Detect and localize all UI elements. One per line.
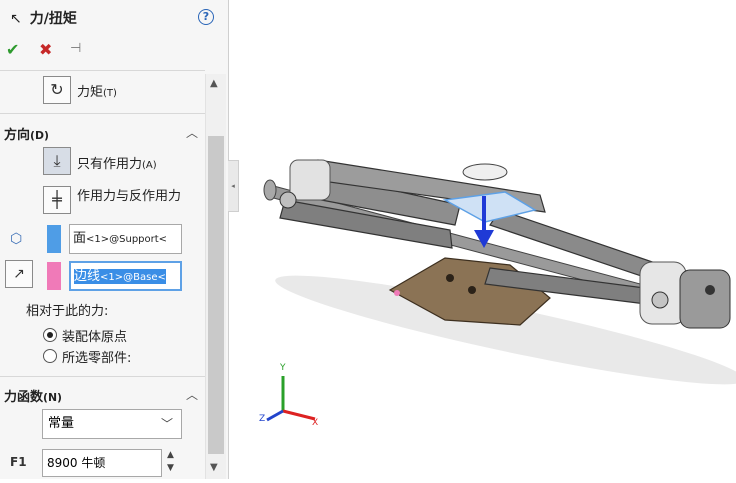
collapse-chevron-icon[interactable]: ︿ [186, 386, 198, 403]
triad-y-label: Y [279, 363, 286, 373]
panel-collapse-tab[interactable]: ◂ [228, 160, 239, 212]
pin-left [279, 191, 297, 209]
edge-marker [394, 290, 400, 296]
torque-label: 力矩(T) [77, 85, 117, 100]
arrow-down-plane-icon: ⤓ [53, 151, 61, 170]
function-type-select[interactable]: 常量 ﹀ [42, 409, 182, 439]
divider [0, 113, 205, 114]
torque-button[interactable]: ↻ [43, 76, 71, 104]
triad-z-label: Z [259, 414, 265, 424]
rotate-icon: ↻ [50, 80, 64, 99]
end-block-left [289, 159, 331, 201]
scroll-up-icon[interactable]: ▲ [210, 78, 218, 89]
divider [0, 70, 205, 71]
divider [0, 376, 205, 377]
triad-x-label: X [312, 418, 318, 428]
force-function-header[interactable]: 力函数(N) [4, 386, 62, 405]
selected-component-label: 所选零部件: [62, 351, 132, 366]
opposing-arrows-icon: ╪ [52, 190, 62, 209]
base-hole [446, 274, 454, 282]
edge-color-swatch [47, 262, 61, 290]
assembly-origin-radio[interactable] [43, 328, 57, 342]
selected-component-radio[interactable] [43, 349, 57, 363]
force-symbol-icon: F1 [10, 455, 27, 469]
saddle-top [462, 163, 508, 181]
screw-end [263, 179, 277, 201]
pin-right [651, 291, 669, 309]
scroll-down-icon[interactable]: ▼ [210, 462, 218, 473]
relative-to-label: 相对于此的力: [26, 304, 109, 319]
action-reaction-label: 作用力与反作用力 [77, 189, 182, 204]
assembly-origin-label: 装配体原点 [62, 330, 128, 345]
screw-nut-right [679, 269, 731, 329]
panel-title-row: ↖ 力/扭矩 [10, 8, 77, 28]
action-only-label: 只有作用力(A) [77, 157, 157, 172]
direction-section-header[interactable]: 方向(D) [4, 124, 49, 143]
coordinate-triad: Y X Z [259, 363, 318, 428]
chevron-down-icon: ﹀ [160, 417, 173, 431]
direction-reference-button[interactable]: ↗ [5, 260, 33, 288]
pin-icon[interactable]: ⊣ [70, 41, 81, 56]
graphics-viewport[interactable]: Y X Z [240, 0, 736, 479]
base-hole [468, 286, 476, 294]
face-selection-field[interactable]: 面<1>@Support< [69, 224, 182, 254]
panel-scrollbar[interactable]: ▲ ▼ [205, 74, 226, 479]
edge-selection-field[interactable]: 边线<1>@Base< [69, 261, 182, 291]
pointer-arrow-icon: ↖ [10, 11, 22, 27]
help-icon[interactable]: ? [198, 9, 214, 25]
scissor-jack-model: Y X Z [259, 159, 736, 428]
face-color-swatch [47, 225, 61, 253]
collapse-chevron-icon[interactable]: ︿ [186, 124, 198, 141]
action-only-button[interactable]: ⤓ [43, 147, 71, 175]
diagonal-arrow-icon: ↗ [13, 266, 25, 282]
property-manager-panel: ↖ 力/扭矩 ? ✔ ✖ ⊣ ↻ 力矩(T) 方向(D) ︿ ⤓ 只有作用力(A)… [0, 0, 229, 479]
force-value-input[interactable]: 8900 牛顿 [42, 449, 162, 477]
panel-title: 力/扭矩 [29, 11, 77, 27]
nut-hole [705, 285, 715, 295]
component-cube-icon: ⬡ [10, 231, 23, 247]
action-reaction-button[interactable]: ╪ [43, 186, 71, 214]
cancel-x-icon[interactable]: ✖ [39, 40, 52, 59]
ok-check-icon[interactable]: ✔ [6, 40, 19, 59]
force-value-spinner[interactable]: ▲ ▼ [167, 449, 174, 475]
scrollbar-thumb[interactable] [208, 136, 224, 454]
